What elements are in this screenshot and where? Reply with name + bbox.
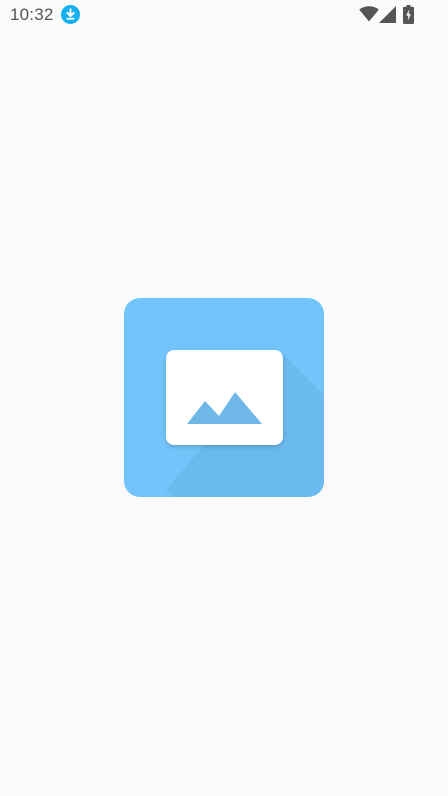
download-notification-icon bbox=[61, 5, 80, 24]
image-placeholder-icon bbox=[124, 298, 324, 497]
status-time: 10:32 bbox=[10, 5, 54, 24]
signal-icon bbox=[379, 6, 396, 23]
status-bar: 10:32 bbox=[0, 0, 448, 32]
battery-charging-icon bbox=[403, 5, 414, 24]
wifi-icon bbox=[359, 6, 379, 22]
